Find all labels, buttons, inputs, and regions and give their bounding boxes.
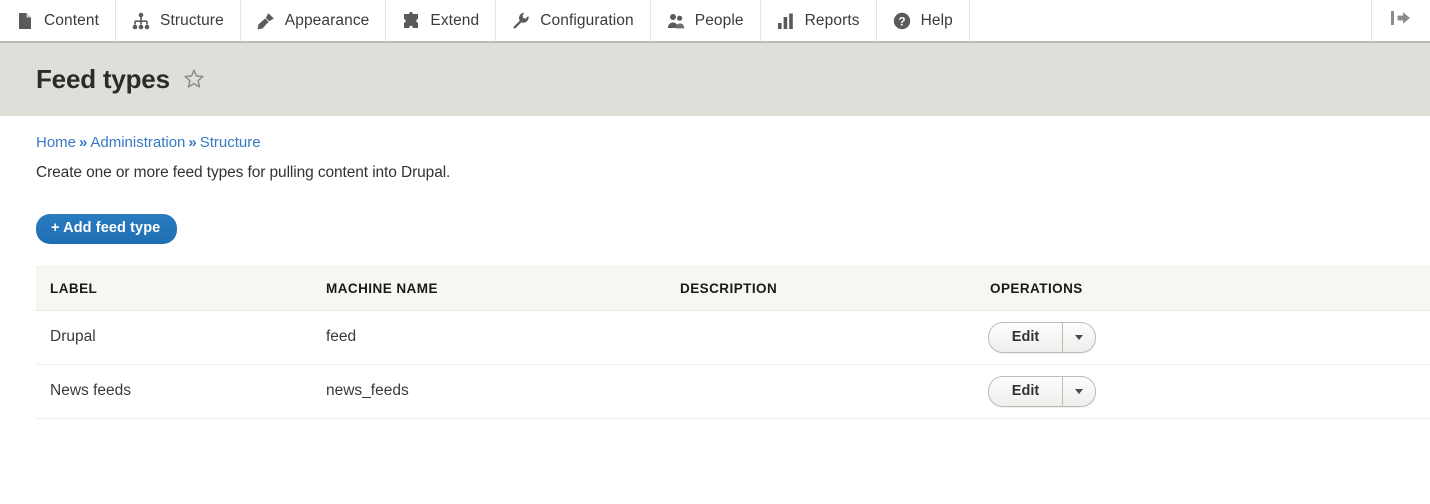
question-circle-icon: ?	[892, 11, 912, 31]
cell-machine-name: feed	[312, 310, 666, 364]
toolbar-item-help[interactable]: ? Help	[877, 0, 970, 41]
operations-dropbutton: Edit	[988, 376, 1096, 407]
table-row: Drupal feed Edit	[36, 310, 1430, 364]
people-icon	[666, 11, 686, 31]
cell-description	[666, 310, 976, 364]
toolbar-item-reports[interactable]: Reports	[761, 0, 877, 41]
breadcrumb: Home»Administration»Structure	[36, 116, 1394, 151]
toolbar-item-label: Extend	[430, 12, 479, 30]
page-title-band: Feed types	[0, 43, 1430, 116]
breadcrumb-item-home[interactable]: Home	[36, 134, 76, 151]
breadcrumb-item-structure[interactable]: Structure	[200, 134, 261, 151]
breadcrumb-separator: »	[79, 134, 87, 151]
bar-chart-icon	[776, 11, 796, 31]
toolbar-item-extend[interactable]: Extend	[386, 0, 496, 41]
add-feed-type-button[interactable]: + Add feed type	[36, 214, 177, 244]
toolbar-collapse-button[interactable]	[1371, 0, 1430, 41]
breadcrumb-separator: »	[188, 134, 196, 151]
toolbar-item-label: Configuration	[540, 12, 634, 30]
admin-toolbar: Content Structure	[0, 0, 1430, 43]
table-header-row: LABEL MACHINE NAME DESCRIPTION OPERATION…	[36, 266, 1430, 310]
chevron-down-icon	[1075, 335, 1083, 340]
toolbar-item-label: Content	[44, 12, 99, 30]
toolbar-item-structure[interactable]: Structure	[116, 0, 241, 41]
star-outline-icon[interactable]	[183, 68, 205, 95]
table-body: Drupal feed Edit News feeds news_feeds	[36, 310, 1430, 418]
cell-label: Drupal	[36, 310, 312, 364]
toolbar-item-label: Appearance	[285, 12, 370, 30]
toolbar-item-configuration[interactable]: Configuration	[496, 0, 651, 41]
document-icon	[15, 11, 35, 31]
toolbar-item-label: Structure	[160, 12, 224, 30]
cell-operations: Edit	[976, 364, 1430, 418]
page-title: Feed types	[36, 64, 170, 95]
column-header-label: LABEL	[36, 266, 312, 310]
chevron-down-icon	[1075, 389, 1083, 394]
column-header-machine-name: MACHINE NAME	[312, 266, 666, 310]
toolbar-tab-list: Content Structure	[0, 0, 970, 41]
toolbar-item-content[interactable]: Content	[0, 0, 116, 41]
edit-button[interactable]: Edit	[989, 377, 1062, 406]
feed-types-table: LABEL MACHINE NAME DESCRIPTION OPERATION…	[36, 266, 1430, 419]
operations-dropdown-toggle[interactable]	[1062, 323, 1095, 352]
collapse-left-icon	[1389, 9, 1413, 32]
wrench-icon	[511, 11, 531, 31]
toolbar-item-appearance[interactable]: Appearance	[241, 0, 387, 41]
edit-button[interactable]: Edit	[989, 323, 1062, 352]
cell-label: News feeds	[36, 364, 312, 418]
paintbrush-icon	[256, 11, 276, 31]
main-content: Home»Administration»Structure Create one…	[0, 116, 1430, 419]
column-header-operations: OPERATIONS	[976, 266, 1430, 310]
column-header-description: DESCRIPTION	[666, 266, 976, 310]
cell-description	[666, 364, 976, 418]
breadcrumb-item-administration[interactable]: Administration	[90, 134, 185, 151]
hierarchy-icon	[131, 11, 151, 31]
table-row: News feeds news_feeds Edit	[36, 364, 1430, 418]
operations-dropdown-toggle[interactable]	[1062, 377, 1095, 406]
toolbar-item-people[interactable]: People	[651, 0, 761, 41]
toolbar-item-label: Reports	[805, 12, 860, 30]
page-description: Create one or more feed types for pullin…	[36, 164, 1394, 182]
operations-dropbutton: Edit	[988, 322, 1096, 353]
toolbar-spacer	[970, 0, 1371, 41]
cell-machine-name: news_feeds	[312, 364, 666, 418]
svg-text:?: ?	[898, 16, 905, 28]
cell-operations: Edit	[976, 310, 1430, 364]
toolbar-item-label: People	[695, 12, 744, 30]
table-header: LABEL MACHINE NAME DESCRIPTION OPERATION…	[36, 266, 1430, 310]
toolbar-item-label: Help	[921, 12, 953, 30]
puzzle-piece-icon	[401, 11, 421, 31]
